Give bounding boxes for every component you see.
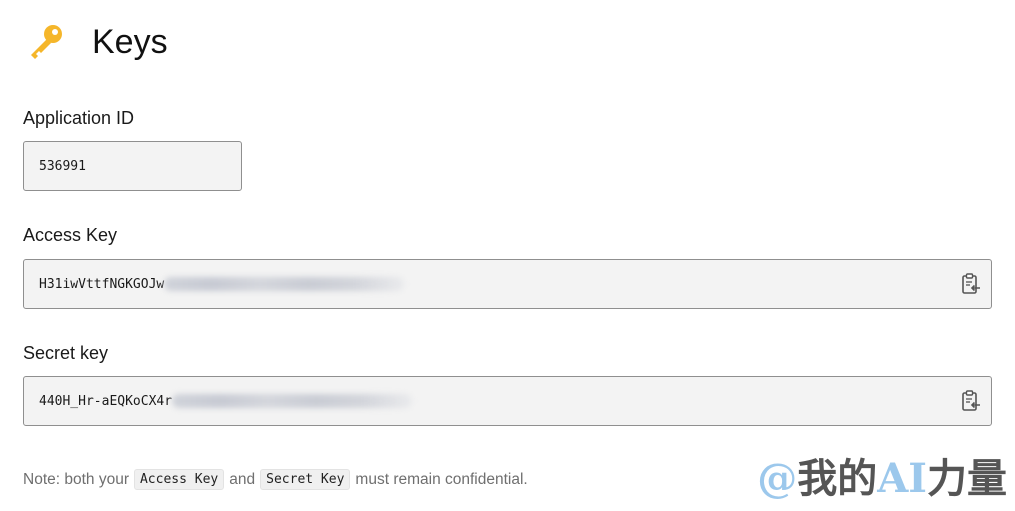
access-key-visible-text: H31iwVttfNGKGOJw bbox=[39, 276, 165, 292]
watermark-at: @ bbox=[757, 455, 798, 502]
clipboard-copy-icon[interactable] bbox=[959, 389, 983, 413]
access-key-label: Access Key bbox=[23, 225, 118, 245]
application-id-value: 536991 bbox=[39, 158, 86, 174]
application-id-field[interactable]: 536991 bbox=[23, 141, 242, 191]
note-access-key-chip: Access Key bbox=[133, 469, 225, 490]
access-key-redacted bbox=[164, 277, 405, 291]
access-key-value: H31iwVttfNGKGOJw bbox=[24, 276, 405, 292]
watermark-part2: 力量 bbox=[927, 455, 1007, 502]
secret-key-visible-text: 440H_Hr-aEQKoCX4r bbox=[39, 393, 173, 409]
note-suffix: must remain confidential. bbox=[355, 470, 528, 488]
access-key-field[interactable]: H31iwVttfNGKGOJw bbox=[23, 259, 992, 309]
page-header: Keys bbox=[26, 22, 168, 62]
watermark-ai: AI bbox=[877, 455, 927, 502]
confidentiality-note: Note: both your Access Key and Secret Ke… bbox=[23, 469, 528, 490]
secret-key-field[interactable]: 440H_Hr-aEQKoCX4r bbox=[23, 376, 992, 426]
secret-key-label: Secret key bbox=[23, 343, 109, 363]
note-secret-key-chip: Secret Key bbox=[260, 469, 351, 490]
secret-key-value: 440H_Hr-aEQKoCX4r bbox=[24, 393, 413, 409]
note-prefix: Note: both your bbox=[23, 470, 129, 488]
clipboard-copy-icon[interactable] bbox=[959, 272, 983, 296]
secret-key-redacted bbox=[172, 394, 413, 408]
key-icon bbox=[26, 22, 66, 62]
note-middle: and bbox=[229, 470, 256, 488]
watermark-part1: 我的 bbox=[797, 455, 878, 502]
watermark: @我的AI力量 bbox=[757, 451, 1007, 507]
application-id-label: Application ID bbox=[23, 108, 135, 128]
page-title: Keys bbox=[92, 23, 168, 61]
